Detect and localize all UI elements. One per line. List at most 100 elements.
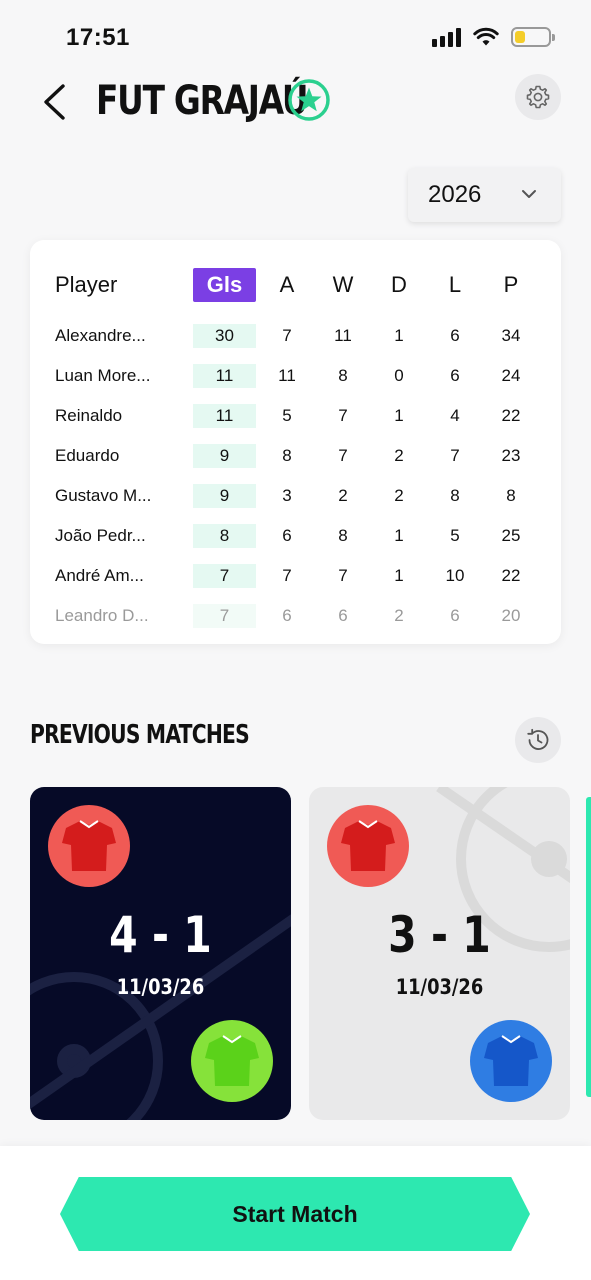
table-row[interactable]: Reinaldo 11 5 7 1 4 22: [30, 404, 561, 428]
player-name: Alexandre...: [55, 326, 146, 345]
assists-value: 8: [282, 446, 292, 465]
assists-value: 6: [282, 606, 292, 625]
goals-value: 9: [193, 444, 256, 468]
bottom-bar: Start Match: [0, 1146, 591, 1280]
column-header-losses[interactable]: L: [435, 268, 475, 302]
column-header-points[interactable]: P: [491, 268, 531, 302]
player-name: Gustavo M...: [55, 486, 152, 505]
column-header-draws[interactable]: D: [379, 268, 419, 302]
column-header-assists[interactable]: A: [267, 268, 307, 302]
jersey-icon: [341, 820, 395, 871]
draws-value: 1: [394, 326, 404, 345]
player-name: André Am...: [55, 566, 144, 585]
losses-value: 7: [450, 446, 460, 465]
points-value: 8: [506, 486, 516, 505]
match-date: 11/03/26: [395, 975, 484, 999]
column-header-player[interactable]: Player: [55, 268, 117, 302]
match-date: 11/03/26: [116, 975, 205, 999]
jersey-icon: [484, 1035, 538, 1086]
year-select[interactable]: 2026: [408, 168, 561, 222]
table-row[interactable]: João Pedr... 8 6 8 1 5 25: [30, 524, 561, 548]
history-icon: [527, 728, 549, 750]
assists-value: 11: [278, 366, 296, 385]
assists-value: 7: [282, 326, 292, 345]
draws-value: 2: [394, 446, 404, 465]
table-row[interactable]: Leandro D... 7 6 6 2 6 20: [30, 604, 561, 628]
table-header-row: Player Gls A W D L P: [30, 268, 561, 302]
draws-value: 2: [394, 486, 404, 505]
gear-icon: [526, 85, 550, 109]
settings-button[interactable]: [515, 74, 561, 120]
next-match-card-peek[interactable]: [586, 797, 591, 1097]
losses-value: 8: [450, 486, 460, 505]
assists-value: 5: [282, 406, 292, 425]
status-time: 17:51: [66, 24, 130, 51]
match-history-button[interactable]: [515, 717, 561, 763]
jersey-icon: [62, 820, 116, 871]
match-score: 3 - 1: [388, 906, 491, 964]
start-match-button[interactable]: Start Match: [60, 1177, 530, 1251]
home-team-jersey: [327, 805, 409, 887]
player-name: Luan More...: [55, 366, 151, 385]
table-row[interactable]: Gustavo M... 9 3 2 2 8 8: [30, 484, 561, 508]
column-header-goals[interactable]: Gls: [193, 268, 256, 302]
goals-value: 9: [193, 484, 256, 508]
table-row[interactable]: Luan More... 11 11 8 0 6 24: [30, 364, 561, 388]
losses-value: 6: [450, 326, 460, 345]
header: FUT GRAJAÚ: [0, 70, 591, 134]
start-match-label: Start Match: [232, 1200, 358, 1227]
favorite-button[interactable]: [287, 78, 331, 122]
losses-value: 6: [450, 606, 460, 625]
draws-value: 1: [394, 406, 404, 425]
goals-value: 7: [193, 564, 256, 588]
points-value: 34: [501, 326, 521, 345]
wins-value: 7: [338, 406, 348, 425]
battery-level: [515, 31, 525, 43]
match-card[interactable]: 4 - 1 11/03/26: [30, 787, 291, 1120]
jersey-icon: [205, 1035, 259, 1086]
page-title: FUT GRAJAÚ: [96, 78, 309, 124]
losses-value: 4: [450, 406, 460, 425]
wifi-icon: [473, 27, 499, 46]
chevron-down-icon: [522, 190, 536, 198]
goals-value: 30: [193, 324, 256, 348]
points-value: 22: [501, 566, 521, 585]
away-team-jersey: [191, 1020, 273, 1102]
signal-icon: [432, 27, 461, 47]
wins-value: 6: [338, 606, 348, 625]
previous-matches-title: PREVIOUS MATCHES: [30, 720, 250, 750]
table-row[interactable]: Alexandre... 30 7 11 1 6 34: [30, 324, 561, 348]
home-team-jersey: [48, 805, 130, 887]
draws-value: 1: [394, 526, 404, 545]
back-button[interactable]: [34, 82, 74, 122]
points-value: 23: [501, 446, 521, 465]
goals-value: 8: [193, 524, 256, 548]
column-header-wins[interactable]: W: [323, 268, 363, 302]
status-icons: [432, 27, 555, 47]
goals-value: 7: [193, 604, 256, 628]
wins-value: 8: [338, 526, 348, 545]
points-value: 25: [501, 526, 521, 545]
draws-value: 2: [394, 606, 404, 625]
assists-value: 7: [282, 566, 292, 585]
losses-value: 6: [450, 366, 460, 385]
battery-icon: [511, 27, 555, 47]
table-row[interactable]: André Am... 7 7 7 1 10 22: [30, 564, 561, 588]
wins-value: 7: [338, 446, 348, 465]
points-value: 22: [501, 406, 521, 425]
losses-value: 5: [450, 526, 460, 545]
player-name: Eduardo: [55, 446, 120, 465]
assists-value: 6: [282, 526, 292, 545]
star-icon: [288, 79, 330, 121]
match-score: 4 - 1: [109, 906, 212, 964]
points-value: 24: [501, 366, 521, 385]
player-stats-card: Player Gls A W D L P Alexandre... 30 7 1…: [30, 240, 561, 644]
match-card[interactable]: 3 - 1 11/03/26: [309, 787, 570, 1120]
wins-value: 8: [338, 366, 348, 385]
year-select-value: 2026: [428, 181, 482, 208]
draws-value: 1: [394, 566, 404, 585]
points-value: 20: [501, 606, 521, 625]
table-row[interactable]: Eduardo 9 8 7 2 7 23: [30, 444, 561, 468]
goals-value: 11: [193, 364, 256, 388]
away-team-jersey: [470, 1020, 552, 1102]
